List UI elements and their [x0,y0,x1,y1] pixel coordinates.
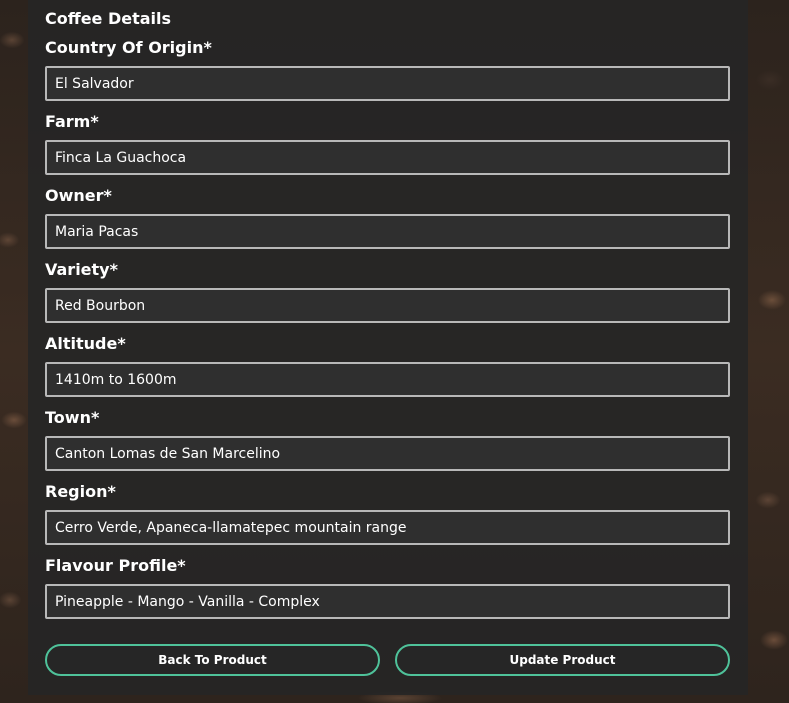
flavour-profile-input[interactable] [45,584,730,619]
field-town: Town* [45,407,730,471]
region-input[interactable] [45,510,730,545]
field-altitude: Altitude* [45,333,730,397]
altitude-label: Altitude* [45,334,126,353]
field-country-of-origin: Country Of Origin* [45,37,730,101]
farm-input[interactable] [45,140,730,175]
field-farm: Farm* [45,111,730,175]
region-label: Region* [45,482,116,501]
update-product-button[interactable]: Update Product [395,644,730,676]
town-input[interactable] [45,436,730,471]
field-flavour-profile: Flavour Profile* [45,555,730,619]
farm-label: Farm* [45,112,99,131]
field-region: Region* [45,481,730,545]
variety-input[interactable] [45,288,730,323]
owner-input[interactable] [45,214,730,249]
town-label: Town* [45,408,100,427]
altitude-input[interactable] [45,362,730,397]
flavour-profile-label: Flavour Profile* [45,556,186,575]
field-owner: Owner* [45,185,730,249]
variety-label: Variety* [45,260,118,279]
owner-label: Owner* [45,186,112,205]
section-title: Coffee Details [45,9,172,28]
country-of-origin-label: Country Of Origin* [45,38,212,57]
coffee-details-panel: Coffee Details Country Of Origin* Farm* … [28,0,748,695]
field-variety: Variety* [45,259,730,323]
country-of-origin-input[interactable] [45,66,730,101]
back-to-product-button[interactable]: Back To Product [45,644,380,676]
